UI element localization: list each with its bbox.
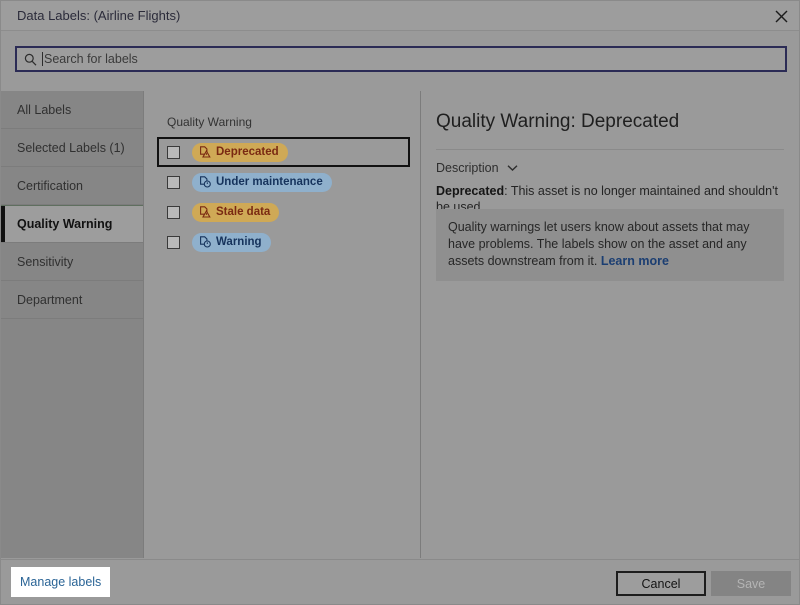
sidebar-item-label: Sensitivity: [17, 255, 73, 269]
learn-more-link[interactable]: Learn more: [601, 254, 669, 268]
document-clock-icon: [199, 236, 211, 248]
dialog-footer: Manage labels Cancel Save: [1, 559, 800, 605]
save-button-label: Save: [737, 577, 766, 591]
info-box: Quality warnings let users know about as…: [436, 209, 784, 281]
label-list: Deprecated Under maintenance: [157, 137, 410, 257]
sidebar-item-sensitivity[interactable]: Sensitivity: [1, 243, 143, 281]
sidebar-item-label: Department: [17, 293, 82, 307]
list-item[interactable]: Under maintenance: [157, 167, 410, 197]
divider: [436, 149, 784, 150]
dialog-titlebar: Data Labels: (Airline Flights): [1, 1, 800, 31]
manage-labels-button[interactable]: Manage labels: [11, 567, 110, 597]
label-pill-text: Warning: [216, 236, 262, 248]
search-input[interactable]: Search for labels: [15, 46, 787, 72]
page-title: Quality Warning: Deprecated: [436, 111, 679, 133]
label-pill-text: Under maintenance: [216, 176, 323, 188]
manage-labels-label: Manage labels: [20, 575, 101, 589]
sidebar-item-quality-warning[interactable]: Quality Warning: [1, 205, 143, 243]
document-clock-icon: [199, 176, 211, 188]
document-warning-icon: [199, 206, 211, 218]
label-pill: Under maintenance: [192, 173, 332, 192]
label-detail-panel: Quality Warning: Deprecated Description …: [422, 91, 800, 558]
label-pill-text: Deprecated: [216, 146, 279, 158]
sidebar-item-selected-labels[interactable]: Selected Labels (1): [1, 129, 143, 167]
category-sidebar: All Labels Selected Labels (1) Certifica…: [1, 91, 144, 558]
label-checkbox[interactable]: [167, 146, 180, 159]
label-checkbox[interactable]: [167, 236, 180, 249]
label-pill: Deprecated: [192, 143, 288, 162]
search-icon: [24, 53, 37, 66]
cancel-button[interactable]: Cancel: [616, 571, 706, 596]
data-labels-dialog: Data Labels: (Airline Flights) Search fo…: [0, 0, 800, 605]
search-placeholder: Search for labels: [44, 52, 138, 66]
save-button[interactable]: Save: [711, 571, 791, 596]
list-item[interactable]: Stale data: [157, 197, 410, 227]
sidebar-item-label: Selected Labels (1): [17, 141, 125, 155]
sidebar-item-label: All Labels: [17, 103, 71, 117]
description-toggle-label: Description: [436, 161, 499, 175]
info-box-text: Quality warnings let users know about as…: [448, 220, 750, 268]
text-caret: [42, 52, 43, 66]
list-item[interactable]: Warning: [157, 227, 410, 257]
list-item[interactable]: Deprecated: [157, 137, 410, 167]
label-checkbox[interactable]: [167, 176, 180, 189]
sidebar-item-label: Quality Warning: [17, 217, 112, 231]
sidebar-item-label: Certification: [17, 179, 83, 193]
description-term: Deprecated: [436, 184, 504, 198]
dialog-title: Data Labels: (Airline Flights): [17, 8, 180, 23]
label-pill: Stale data: [192, 203, 279, 222]
sidebar-item-certification[interactable]: Certification: [1, 167, 143, 205]
label-pill-text: Stale data: [216, 206, 270, 218]
close-icon[interactable]: [767, 3, 795, 29]
document-warning-icon: [199, 146, 211, 158]
label-list-panel: Quality Warning Deprecated: [145, 91, 421, 558]
description-toggle[interactable]: Description: [436, 161, 518, 175]
label-list-header: Quality Warning: [167, 115, 252, 129]
cancel-button-label: Cancel: [642, 577, 681, 591]
sidebar-item-department[interactable]: Department: [1, 281, 143, 319]
label-pill: Warning: [192, 233, 271, 252]
chevron-down-icon: [507, 164, 518, 172]
sidebar-item-all-labels[interactable]: All Labels: [1, 91, 143, 129]
label-checkbox[interactable]: [167, 206, 180, 219]
